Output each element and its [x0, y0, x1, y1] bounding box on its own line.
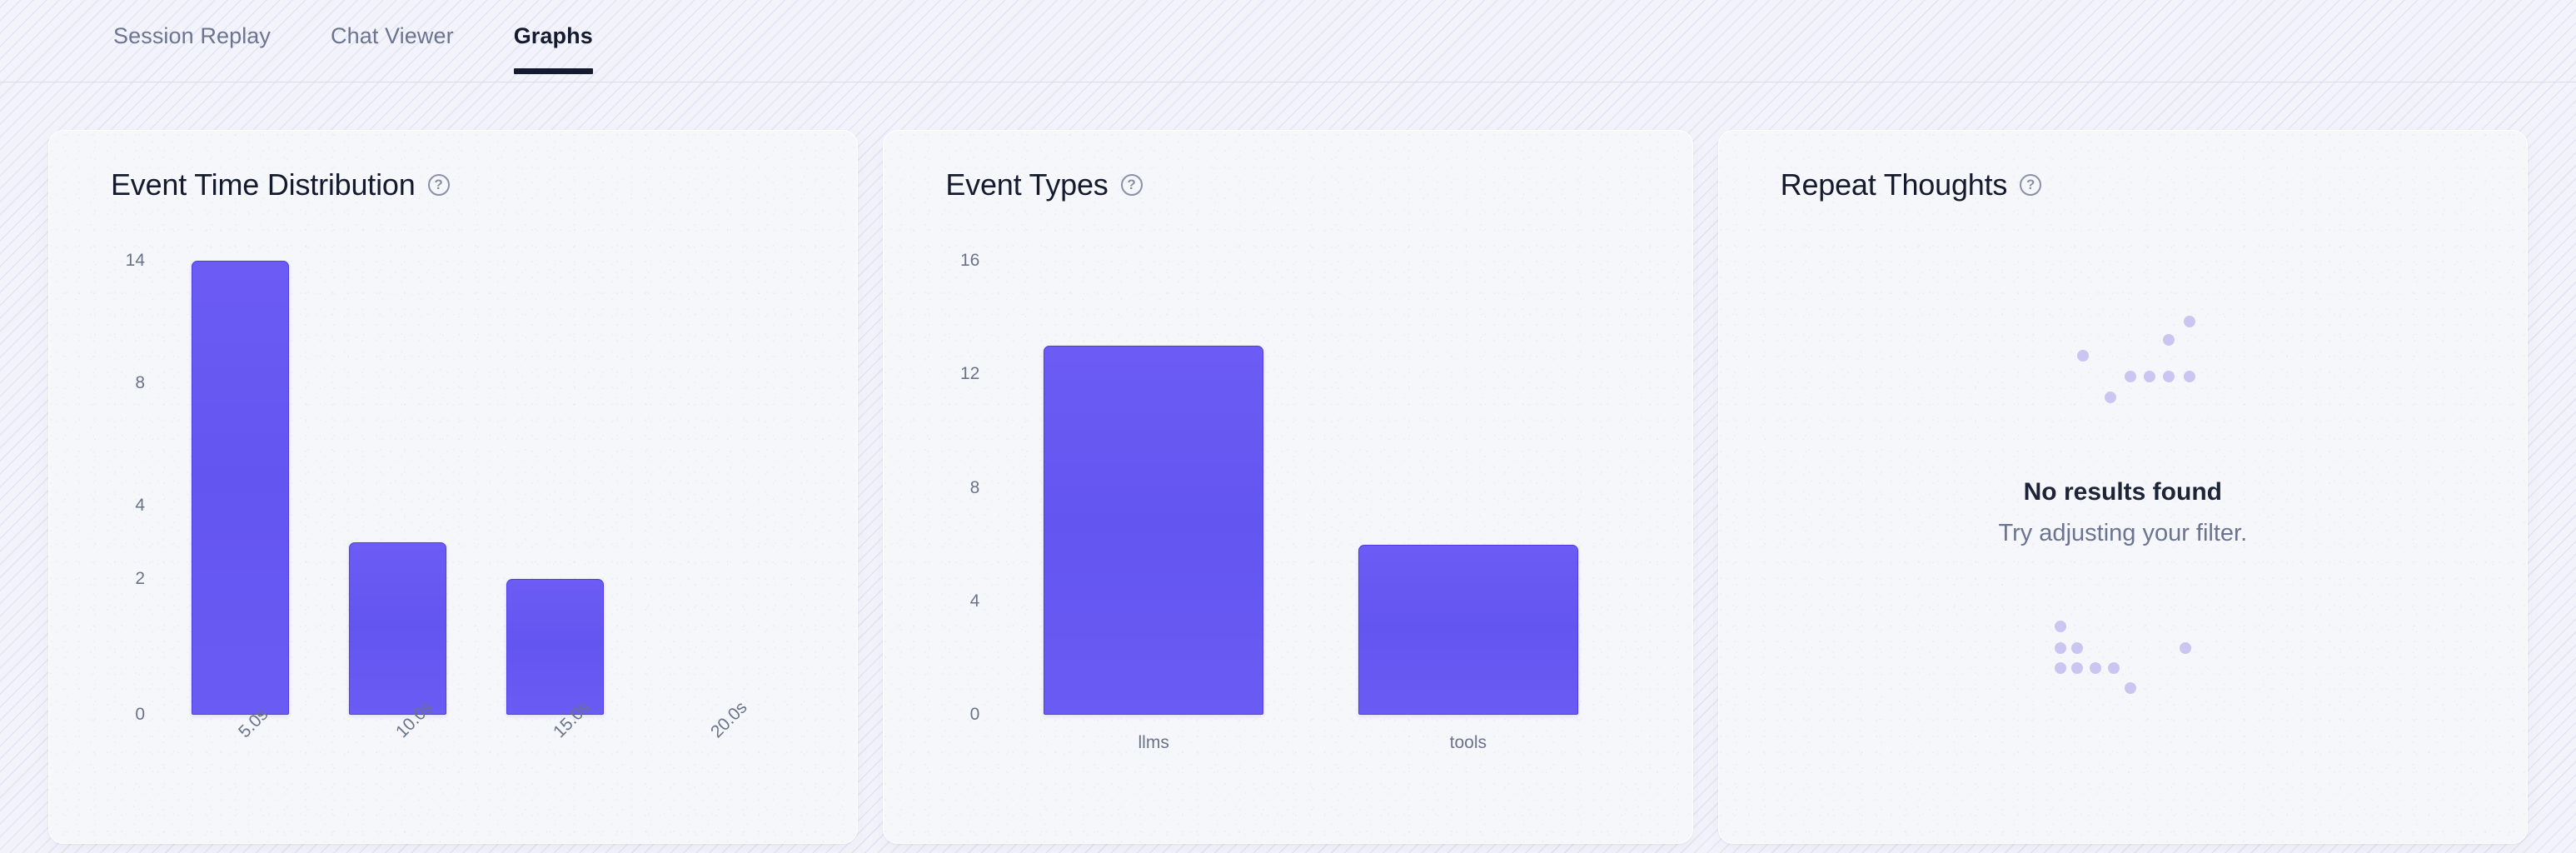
bar-slot: 15.0s [476, 261, 634, 741]
empty-state: No results found Try adjusting your filt… [1752, 211, 2494, 815]
y-axis-tick: 14 [125, 251, 145, 270]
question-circle-icon[interactable]: ? [427, 174, 450, 196]
decorative-dots-top [2031, 311, 2215, 411]
card-header: Event Types ? [917, 167, 1658, 202]
decorative-dot [2054, 662, 2066, 674]
empty-state-title: No results found [2023, 478, 2222, 506]
decorative-dot [2179, 642, 2191, 654]
tab-bar: Session Replay Chat Viewer Graphs [0, 0, 2576, 82]
tab-session-replay[interactable]: Session Replay [83, 18, 301, 74]
bar-slot: 10.0s [319, 261, 476, 741]
decorative-dot [2104, 392, 2116, 403]
decorative-dot [2124, 371, 2136, 382]
y-axis-tick: 8 [135, 373, 145, 393]
y-axis-tick: 4 [135, 496, 145, 516]
y-axis-tick: 16 [959, 251, 980, 270]
bar[interactable] [191, 261, 289, 715]
chart-event-time-distribution: 5.0s 10.0s 15.0s 20.0s 0 2 4 8 14 [82, 251, 824, 815]
decorative-dot [2124, 682, 2136, 694]
graphs-card-row: Event Time Distribution ? 5.0s 10.0s 15.0s… [0, 82, 2576, 844]
plot-area: 5.0s 10.0s 15.0s 20.0s 0 2 4 8 14 [126, 251, 790, 742]
decorative-dot [2183, 371, 2195, 382]
tab-graphs[interactable]: Graphs [484, 18, 623, 74]
x-axis-tick: tools [1449, 733, 1487, 752]
y-axis-tick: 0 [135, 705, 145, 724]
card-event-types: Event Types ? llms tools 0 4 8 12 16 [883, 130, 1693, 844]
plot-area: llms tools 0 4 8 12 16 [960, 251, 1626, 752]
chart-event-types: llms tools 0 4 8 12 16 [917, 251, 1658, 815]
y-axis-tick: 0 [969, 705, 980, 724]
decorative-dot [2054, 642, 2066, 654]
decorative-dot [2089, 662, 2101, 674]
card-title: Event Time Distribution [111, 167, 416, 202]
decorative-dots-bottom [2031, 602, 2215, 702]
bar[interactable] [1043, 346, 1264, 715]
active-tab-indicator [513, 68, 593, 74]
question-circle-icon[interactable]: ? [2020, 174, 2042, 196]
card-repeat-thoughts: Repeat Thoughts ? No results found Try a… [1717, 130, 2528, 844]
y-axis-tick: 12 [959, 364, 980, 384]
decorative-dot [2070, 662, 2083, 674]
bar-slot: tools [1311, 261, 1626, 752]
tab-label: Graphs [513, 23, 593, 48]
question-circle-icon[interactable]: ? [1120, 174, 1143, 196]
bar[interactable] [348, 541, 446, 715]
card-title: Repeat Thoughts [1780, 167, 2008, 202]
decorative-dot [2076, 350, 2089, 362]
y-axis-tick: 2 [135, 568, 145, 588]
bar-group: 5.0s 10.0s 15.0s 20.0s [162, 261, 790, 742]
empty-state-subtitle: Try adjusting your filter. [1998, 520, 2248, 546]
decorative-dot [2143, 371, 2155, 382]
bar-slot: llms [996, 261, 1311, 752]
bar-slot: 20.0s [633, 261, 790, 742]
y-axis-tick: 4 [969, 591, 980, 611]
x-axis-tick: 20.0s [706, 697, 751, 742]
card-header: Event Time Distribution ? [82, 167, 824, 202]
decorative-dot [2183, 316, 2195, 327]
card-header: Repeat Thoughts ? [1752, 167, 2494, 202]
card-title: Event Types [945, 167, 1109, 202]
decorative-dot [2162, 334, 2175, 346]
bar[interactable] [1358, 544, 1579, 715]
x-axis-tick: llms [1138, 733, 1169, 752]
bar[interactable] [506, 578, 604, 715]
bar-slot: 5.0s [162, 261, 319, 741]
tab-label: Session Replay [113, 23, 272, 48]
y-axis-tick: 8 [969, 477, 980, 497]
bar-group: llms tools [996, 261, 1626, 752]
decorative-dot [2070, 642, 2083, 654]
decorative-dot [2162, 371, 2175, 382]
tab-chat-viewer[interactable]: Chat Viewer [301, 18, 484, 74]
decorative-dot [2107, 662, 2120, 674]
card-event-time-distribution: Event Time Distribution ? 5.0s 10.0s 15.0s… [48, 130, 859, 844]
decorative-dot [2054, 621, 2066, 632]
tab-label: Chat Viewer [331, 23, 454, 48]
